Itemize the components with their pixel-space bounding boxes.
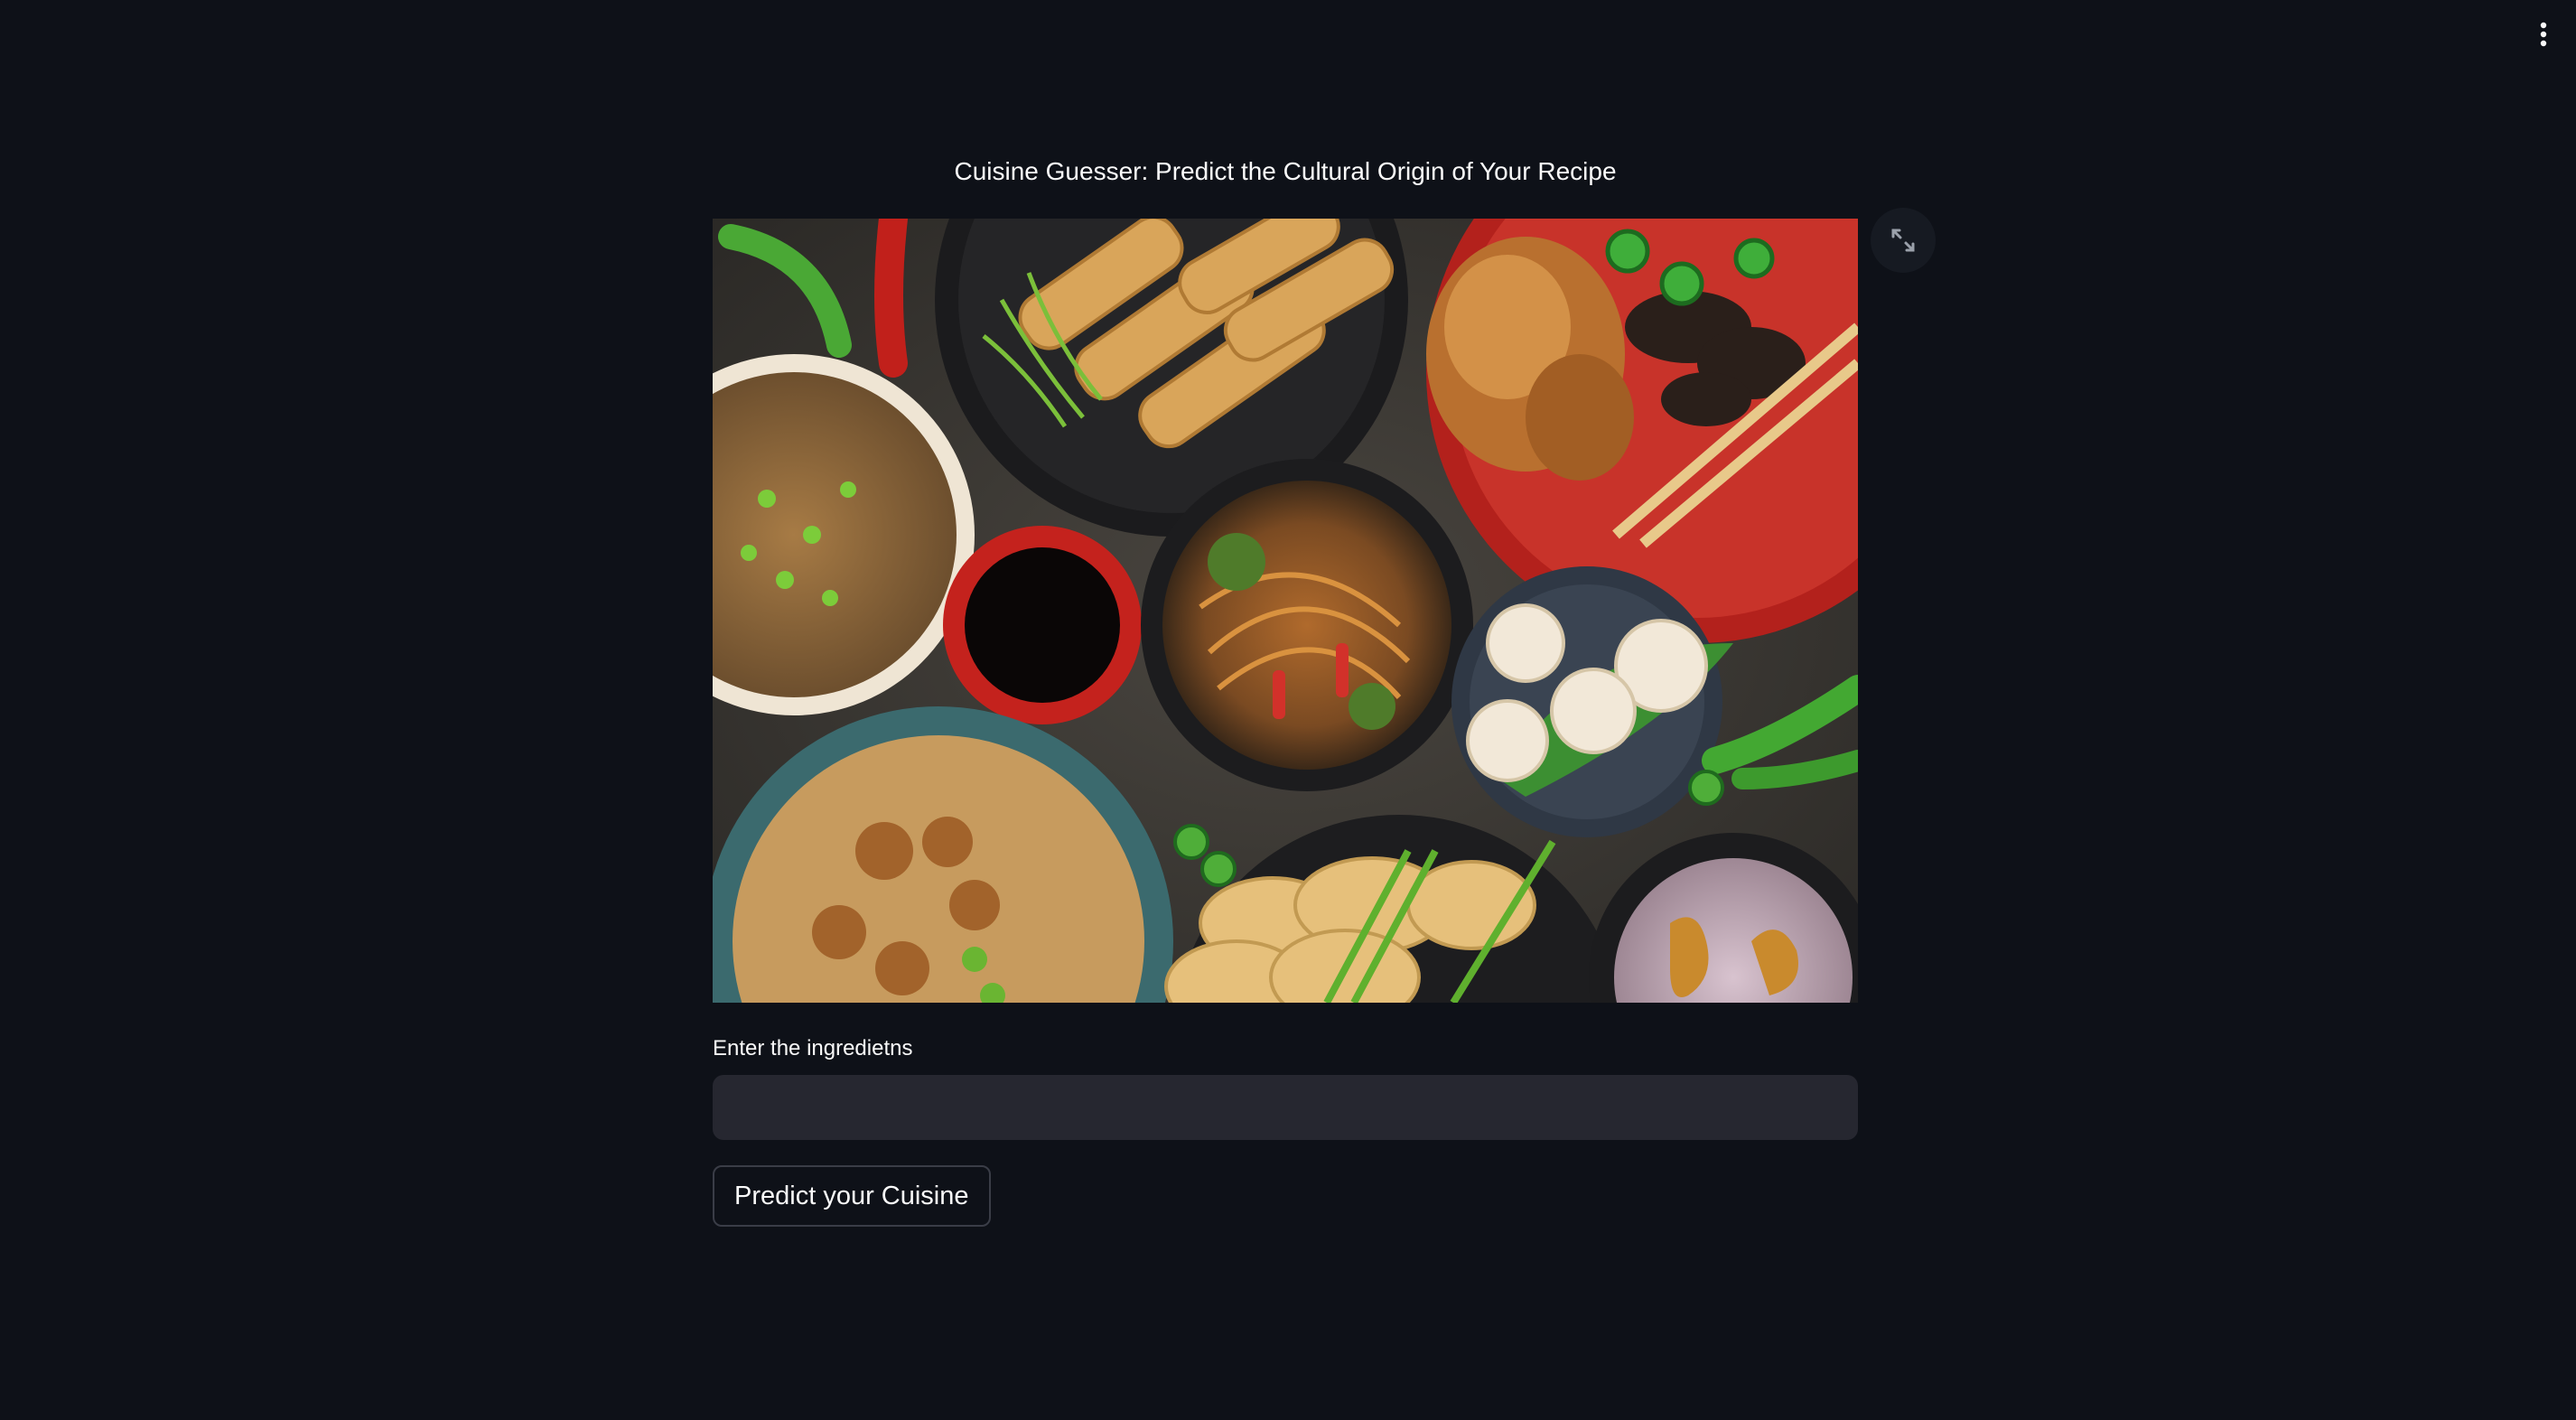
ingredients-input[interactable] (713, 1075, 1858, 1140)
main-menu-button[interactable] (2522, 13, 2565, 56)
page-title: Cuisine Guesser: Predict the Cultural Or… (954, 157, 1617, 185)
ingredients-label: Enter the ingredietns (713, 1036, 913, 1060)
kebab-menu-icon (2540, 22, 2547, 47)
food-photo (713, 219, 1858, 1003)
fullscreen-button[interactable] (1871, 208, 1936, 273)
app-root: Cuisine Guesser: Predict the Cultural Or… (0, 0, 2576, 1420)
expand-icon (1891, 229, 1915, 252)
food-image (713, 219, 1858, 1003)
predict-cuisine-button[interactable]: Predict your Cuisine (713, 1165, 991, 1227)
